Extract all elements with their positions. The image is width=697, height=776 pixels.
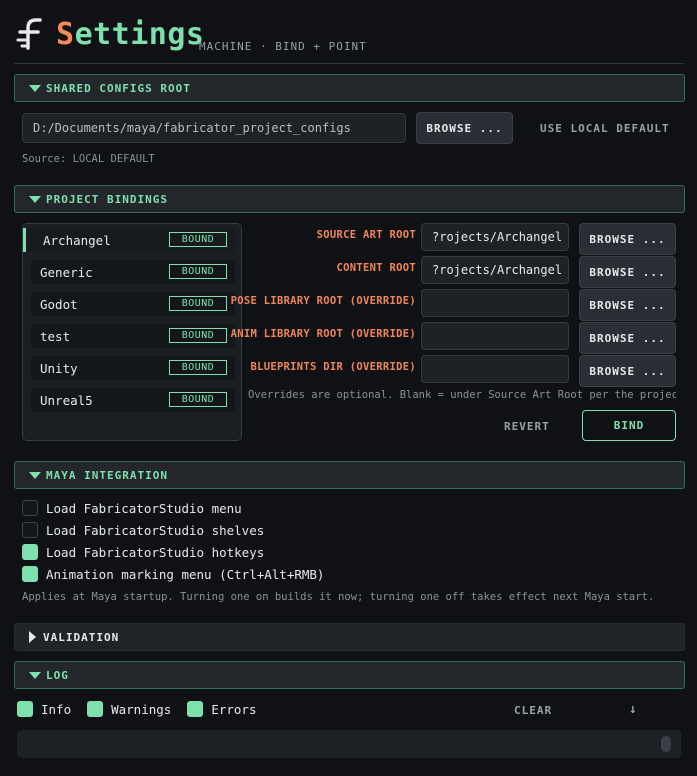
pose-library-root-browse-button[interactable]: BROWSE ...: [579, 289, 676, 321]
section-log-header[interactable]: LOG: [14, 661, 685, 689]
status-badge: BOUND: [169, 264, 227, 279]
project-item-test[interactable]: test BOUND: [31, 324, 235, 348]
option-load-hotkeys[interactable]: Load FabricatorStudio hotkeys: [22, 544, 264, 560]
collapse-triangle-icon: [29, 471, 41, 479]
pose-library-root-label: POSE LIBRARY ROOT (OVERRIDE): [230, 295, 416, 307]
content-root-label: CONTENT ROOT: [336, 262, 416, 274]
log-filter-row: Info Warnings Errors: [17, 701, 272, 717]
filter-label: Info: [41, 701, 72, 717]
page-title: Settings: [56, 16, 205, 54]
blueprints-dir-label: BLUEPRINTS DIR (OVERRIDE): [250, 361, 416, 373]
section-title: MAYA INTEGRATION: [46, 468, 168, 482]
anim-library-root-label: ANIM LIBRARY ROOT (OVERRIDE): [230, 328, 416, 340]
source-art-root-browse-button[interactable]: BROWSE ...: [579, 223, 676, 255]
source-art-root-label: SOURCE ART ROOT: [316, 229, 416, 241]
checkbox[interactable]: [22, 544, 38, 560]
project-name: Unreal5: [40, 392, 93, 408]
pose-library-root-input[interactable]: [421, 289, 569, 317]
log-filter-info[interactable]: Info: [17, 701, 71, 717]
option-load-menu[interactable]: Load FabricatorStudio menu: [22, 500, 242, 516]
section-maya-integration-header[interactable]: MAYA INTEGRATION: [14, 461, 685, 489]
project-item-unreal5[interactable]: Unreal5 BOUND: [31, 388, 235, 412]
status-badge: BOUND: [169, 232, 227, 247]
option-label: Load FabricatorStudio hotkeys: [46, 544, 265, 560]
collapse-triangle-icon: [29, 84, 41, 92]
title-letter-s: S: [56, 17, 75, 52]
log-filter-warnings[interactable]: Warnings: [87, 701, 171, 717]
title-rest: ettings: [74, 17, 205, 52]
collapse-triangle-icon: [29, 671, 41, 679]
fabricator-logo-icon: [16, 18, 42, 50]
option-marking-menu[interactable]: Animation marking menu (Ctrl+Alt+RMB): [22, 566, 324, 582]
overrides-note: Overrides are optional. Blank = under So…: [248, 389, 676, 401]
project-item-generic[interactable]: Generic BOUND: [31, 260, 235, 284]
collapse-triangle-icon: [29, 195, 41, 203]
project-list: Archangel BOUND Generic BOUND Godot BOUN…: [22, 223, 242, 441]
filter-label: Errors: [211, 701, 257, 717]
shared-configs-browse-button[interactable]: BROWSE ...: [416, 112, 513, 144]
project-item-unity[interactable]: Unity BOUND: [31, 356, 235, 380]
blueprints-dir-input[interactable]: [421, 355, 569, 383]
shared-configs-source-text: Source: LOCAL DEFAULT: [22, 153, 155, 165]
bind-button[interactable]: BIND: [582, 410, 676, 441]
checkbox[interactable]: [187, 701, 204, 717]
checkbox[interactable]: [17, 701, 33, 717]
blueprints-dir-browse-button[interactable]: BROWSE ...: [579, 355, 676, 387]
revert-button[interactable]: REVERT: [504, 420, 550, 433]
section-title: SHARED CONFIGS ROOT: [46, 81, 191, 95]
checkbox[interactable]: [87, 701, 104, 717]
maya-integration-note: Applies at Maya startup. Turning one on …: [22, 591, 655, 603]
log-output-area[interactable]: [17, 730, 681, 758]
option-load-shelves[interactable]: Load FabricatorStudio shelves: [22, 522, 264, 538]
content-root-browse-button[interactable]: BROWSE ...: [579, 256, 676, 288]
content-root-input[interactable]: ?rojects/Archangel: [421, 256, 569, 284]
section-shared-configs-header[interactable]: SHARED CONFIGS ROOT: [14, 74, 685, 102]
scrollbar-thumb[interactable]: [661, 736, 671, 752]
checkbox[interactable]: [22, 566, 38, 582]
anim-library-root-browse-button[interactable]: BROWSE ...: [579, 322, 676, 354]
status-badge: BOUND: [169, 392, 227, 407]
section-title: PROJECT BINDINGS: [46, 192, 168, 206]
checkbox[interactable]: [22, 500, 38, 516]
project-item-archangel[interactable]: Archangel BOUND: [23, 228, 235, 252]
project-name: Unity: [40, 360, 78, 376]
scroll-down-arrow-icon[interactable]: ↓: [629, 702, 638, 717]
project-name: Archangel: [43, 232, 111, 248]
project-name: test: [40, 328, 71, 344]
source-art-root-input[interactable]: ?rojects/Archangel: [421, 223, 569, 251]
page-subtitle: MACHINE · BIND + POINT: [199, 40, 367, 53]
option-label: Animation marking menu (Ctrl+Alt+RMB): [46, 566, 325, 582]
project-name: Generic: [40, 264, 93, 280]
section-validation-header[interactable]: VALIDATION: [14, 623, 685, 651]
expand-triangle-icon: [29, 631, 36, 643]
option-label: Load FabricatorStudio shelves: [46, 522, 265, 538]
project-name: Godot: [40, 296, 78, 312]
anim-library-root-input[interactable]: [421, 322, 569, 350]
page-header: Settings MACHINE · BIND + POINT: [14, 10, 684, 64]
section-project-bindings-header[interactable]: PROJECT BINDINGS: [14, 185, 685, 213]
status-badge: BOUND: [169, 296, 227, 311]
status-badge: BOUND: [169, 360, 227, 375]
log-clear-button[interactable]: CLEAR: [514, 704, 552, 717]
shared-configs-path-input[interactable]: D:/Documents/maya/fabricator_project_con…: [22, 113, 406, 143]
checkbox[interactable]: [22, 522, 38, 538]
section-title: LOG: [46, 668, 69, 682]
project-item-godot[interactable]: Godot BOUND: [31, 292, 235, 316]
status-badge: BOUND: [169, 328, 227, 343]
use-local-default-button[interactable]: USE LOCAL DEFAULT: [540, 122, 670, 135]
log-filter-errors[interactable]: Errors: [187, 701, 256, 717]
option-label: Load FabricatorStudio menu: [46, 500, 242, 516]
filter-label: Warnings: [111, 701, 172, 717]
section-title: VALIDATION: [43, 630, 120, 644]
